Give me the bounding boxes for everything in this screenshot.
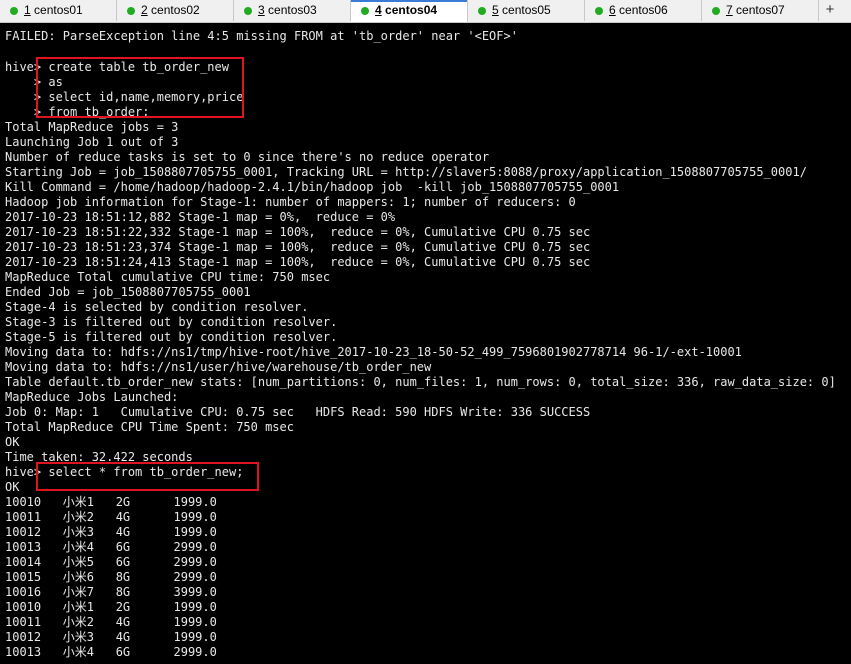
terminal-line: 2017-10-23 18:51:22,332 Stage-1 map = 10… (5, 225, 591, 239)
result-row: 10012 小米3 4G 1999.0 (5, 525, 217, 539)
result-row: 10012 小米3 4G 1999.0 (5, 630, 217, 644)
terminal-output[interactable]: FAILED: ParseException line 4:5 missing … (0, 23, 851, 664)
tab-number: 2 (141, 3, 148, 17)
result-row: 10016 小米7 8G 3999.0 (5, 585, 217, 599)
tab-label: centos01 (34, 3, 83, 17)
status-dot-icon (712, 7, 720, 15)
tab-number: 5 (492, 3, 499, 17)
terminal-line: Stage-3 is filtered out by condition res… (5, 315, 338, 329)
tab-centos01[interactable]: 1 centos01 (0, 0, 117, 21)
status-dot-icon (478, 7, 486, 15)
terminal-line: Moving data to: hdfs://ns1/user/hive/war… (5, 360, 432, 374)
terminal-line: FAILED: ParseException line 4:5 missing … (5, 29, 518, 43)
tab-centos06[interactable]: 6 centos06 (585, 0, 702, 21)
terminal-line: 2017-10-23 18:51:12,882 Stage-1 map = 0%… (5, 210, 396, 224)
tab-label: centos04 (385, 3, 438, 17)
terminal-line: Table default.tb_order_new stats: [num_p… (5, 375, 836, 389)
result-row: 10011 小米2 4G 1999.0 (5, 510, 217, 524)
tab-label: centos07 (736, 3, 785, 17)
terminal-line: Job 0: Map: 1 Cumulative CPU: 0.75 sec H… (5, 405, 591, 419)
status-dot-icon (361, 7, 369, 15)
terminal-line: Kill Command = /home/hadoop/hadoop-2.4.1… (5, 180, 620, 194)
terminal-line: Stage-5 is filtered out by condition res… (5, 330, 338, 344)
tab-number: 6 (609, 3, 616, 17)
status-dot-icon (244, 7, 252, 15)
tab-label: centos03 (268, 3, 317, 17)
terminal-line: Number of reduce tasks is set to 0 since… (5, 150, 490, 164)
result-row: 10015 小米6 8G 2999.0 (5, 570, 217, 584)
terminal-line: 2017-10-23 18:51:23,374 Stage-1 map = 10… (5, 240, 591, 254)
terminal-line: Total MapReduce jobs = 3 (5, 120, 179, 134)
terminal-line: Launching Job 1 out of 3 (5, 135, 179, 149)
status-dot-icon (10, 7, 18, 15)
tab-number: 4 (375, 3, 382, 17)
terminal-line: Starting Job = job_1508807705755_0001, T… (5, 165, 807, 179)
tab-label: centos05 (502, 3, 551, 17)
result-row: 10010 小米1 2G 1999.0 (5, 495, 217, 509)
tab-centos02[interactable]: 2 centos02 (117, 0, 234, 21)
tab-bar: 1 centos01 2 centos02 3 centos03 4 cento… (0, 0, 851, 23)
terminal-line: MapReduce Total cumulative CPU time: 750… (5, 270, 331, 284)
terminal-line: OK (5, 480, 20, 494)
result-row: 10010 小米1 2G 1999.0 (5, 600, 217, 614)
tab-centos04[interactable]: 4 centos04 (351, 0, 468, 22)
status-dot-icon (595, 7, 603, 15)
tab-centos03[interactable]: 3 centos03 (234, 0, 351, 21)
tab-number: 7 (726, 3, 733, 17)
highlight-box-select-query (36, 462, 259, 491)
terminal-line: 2017-10-23 18:51:24,413 Stage-1 map = 10… (5, 255, 591, 269)
terminal-line: Hadoop job information for Stage-1: numb… (5, 195, 576, 209)
terminal-line: Stage-4 is selected by condition resolve… (5, 300, 309, 314)
tab-label: centos06 (619, 3, 668, 17)
terminal-line: Moving data to: hdfs://ns1/tmp/hive-root… (5, 345, 742, 359)
result-row: 10013 小米4 6G 2999.0 (5, 540, 217, 554)
tab-centos05[interactable]: 5 centos05 (468, 0, 585, 21)
status-dot-icon (127, 7, 135, 15)
terminal-line: Ended Job = job_1508807705755_0001 (5, 285, 251, 299)
tab-number: 1 (24, 3, 31, 17)
terminal-line: MapReduce Jobs Launched: (5, 390, 179, 404)
active-tab-indicator (351, 0, 467, 2)
highlight-box-create-table (36, 57, 244, 118)
terminal-line: OK (5, 435, 20, 449)
result-row: 10011 小米2 4G 1999.0 (5, 615, 217, 629)
result-row: 10013 小米4 6G 2999.0 (5, 645, 217, 659)
result-row: 10014 小米5 6G 2999.0 (5, 555, 217, 569)
tab-number: 3 (258, 3, 265, 17)
plus-icon[interactable]: + (819, 0, 841, 21)
tab-centos07[interactable]: 7 centos07 (702, 0, 819, 21)
tab-label: centos02 (151, 3, 200, 17)
terminal-line: Total MapReduce CPU Time Spent: 750 msec (5, 420, 294, 434)
